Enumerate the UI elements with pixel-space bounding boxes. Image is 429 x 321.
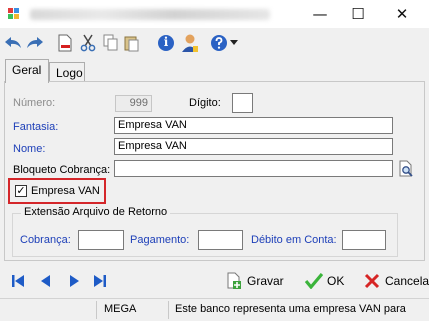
dialog-window: — ☐ ✕ i Geral Logo Número: 999 Dígito: F… bbox=[0, 0, 429, 321]
tab-strip: Geral Logo bbox=[0, 58, 429, 83]
gravar-button[interactable]: Gravar bbox=[225, 271, 284, 291]
tab-logo[interactable]: Logo bbox=[49, 62, 85, 82]
checkmark-icon bbox=[305, 273, 323, 289]
last-record-icon bbox=[94, 275, 106, 287]
window-title-blurred bbox=[30, 9, 270, 20]
close-button[interactable]: ✕ bbox=[384, 0, 420, 28]
next-record-button[interactable] bbox=[66, 273, 82, 289]
info-button[interactable]: i bbox=[156, 33, 176, 53]
empresa-van-highlight: ✓ Empresa VAN bbox=[8, 178, 106, 204]
delete-document-button[interactable] bbox=[55, 33, 75, 53]
title-bar: — ☐ ✕ bbox=[0, 0, 429, 28]
copy-button[interactable] bbox=[101, 33, 121, 53]
document-search-icon bbox=[399, 160, 413, 177]
paste-button[interactable] bbox=[122, 33, 142, 53]
fantasia-label: Fantasia: bbox=[13, 121, 59, 133]
user-button[interactable] bbox=[180, 33, 200, 53]
help-button[interactable] bbox=[209, 33, 229, 53]
user-icon bbox=[182, 34, 198, 52]
previous-record-button[interactable] bbox=[38, 273, 54, 289]
chevron-down-icon bbox=[230, 40, 238, 45]
bloqueto-cobranca-label: Bloqueto Cobrança: bbox=[13, 164, 111, 176]
status-bar: MEGA Este banco representa uma empresa V… bbox=[0, 298, 429, 321]
debito-em-conta-label: Débito em Conta: bbox=[251, 234, 337, 246]
fantasia-field[interactable]: Empresa VAN bbox=[114, 117, 393, 134]
info-letter: i bbox=[163, 35, 169, 49]
tab-geral[interactable]: Geral bbox=[5, 59, 49, 83]
cobranca-label: Cobrança: bbox=[20, 234, 71, 246]
ok-label: OK bbox=[327, 274, 345, 288]
previous-record-icon bbox=[41, 275, 50, 287]
paste-icon bbox=[124, 36, 139, 52]
numero-label: Número: bbox=[13, 97, 56, 109]
status-separator bbox=[168, 301, 169, 319]
digito-label: Dígito: bbox=[189, 97, 221, 109]
nome-field[interactable]: Empresa VAN bbox=[114, 138, 393, 155]
cancela-button[interactable]: Cancela bbox=[363, 271, 429, 291]
toolbar: i bbox=[0, 30, 429, 56]
maximize-button[interactable]: ☐ bbox=[340, 0, 376, 28]
minimize-button[interactable]: — bbox=[302, 0, 338, 28]
last-record-button[interactable] bbox=[92, 273, 108, 289]
cobranca-field[interactable] bbox=[78, 230, 124, 250]
first-record-icon bbox=[12, 275, 24, 287]
empresa-van-label[interactable]: Empresa VAN bbox=[31, 185, 100, 197]
numero-field[interactable]: 999 bbox=[115, 95, 152, 112]
redo-button[interactable] bbox=[25, 33, 45, 53]
undo-button[interactable] bbox=[3, 33, 23, 53]
ok-button[interactable]: OK bbox=[305, 271, 344, 291]
pagamento-field[interactable] bbox=[198, 230, 243, 250]
pagamento-label: Pagamento: bbox=[130, 234, 190, 246]
group-title: Extensão Arquivo de Retorno bbox=[21, 206, 171, 218]
scissors-icon bbox=[80, 34, 96, 52]
extensao-arquivo-retorno-group: Extensão Arquivo de Retorno Cobrança: Pa… bbox=[12, 206, 398, 257]
status-user: MEGA bbox=[104, 303, 137, 315]
cancel-x-icon bbox=[364, 273, 380, 289]
cancela-label: Cancela bbox=[385, 274, 429, 288]
help-icon bbox=[211, 35, 227, 51]
redo-icon bbox=[27, 37, 43, 48]
empresa-van-checkbox[interactable]: ✓ bbox=[15, 185, 27, 197]
save-document-icon bbox=[227, 272, 241, 289]
bloqueto-cobranca-field[interactable] bbox=[114, 160, 393, 177]
digito-field[interactable] bbox=[232, 93, 253, 113]
tab-geral-label: Geral bbox=[12, 63, 42, 77]
debito-em-conta-field[interactable] bbox=[342, 230, 386, 250]
nome-label: Nome: bbox=[13, 143, 46, 155]
help-dropdown[interactable] bbox=[228, 33, 240, 53]
status-message: Este banco representa uma empresa VAN pa… bbox=[175, 303, 406, 315]
next-record-icon bbox=[70, 275, 79, 287]
first-record-button[interactable] bbox=[10, 273, 26, 289]
app-icon bbox=[8, 8, 20, 20]
delete-document-icon bbox=[58, 34, 72, 52]
bloqueto-search-button[interactable] bbox=[398, 160, 414, 178]
cut-button[interactable] bbox=[78, 33, 98, 53]
copy-icon bbox=[103, 34, 118, 51]
bottom-toolbar: Gravar OK Cancela bbox=[0, 264, 429, 298]
undo-icon bbox=[5, 37, 21, 48]
status-separator bbox=[96, 301, 97, 319]
gravar-label: Gravar bbox=[247, 274, 284, 288]
tab-logo-label: Logo bbox=[56, 66, 83, 80]
